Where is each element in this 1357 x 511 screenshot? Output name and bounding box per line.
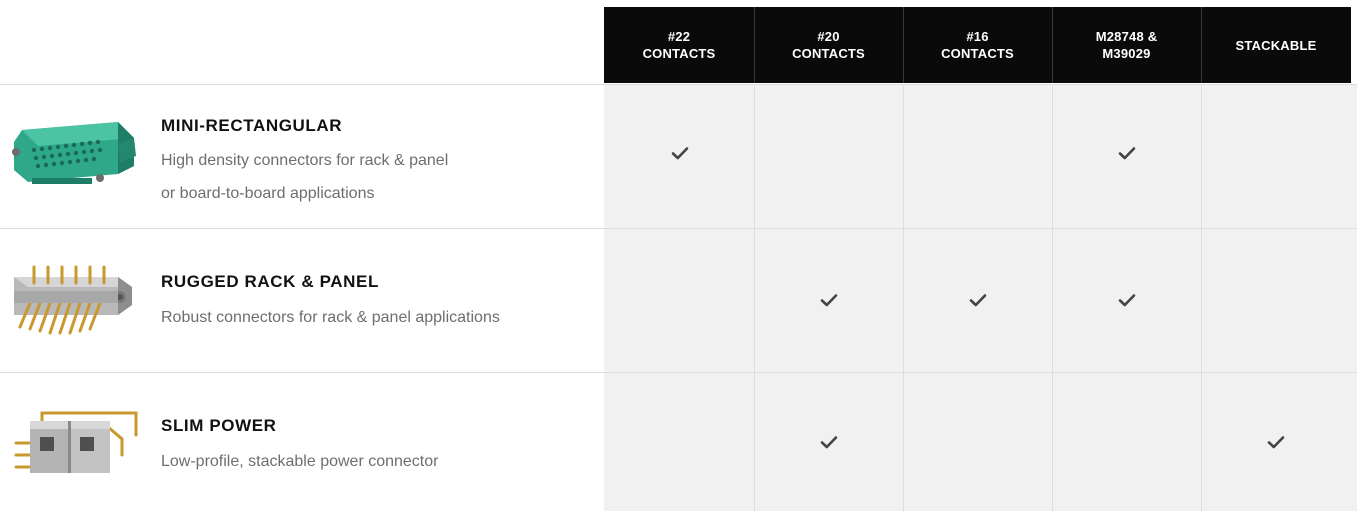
column-header-16-contacts: #16 CONTACTS <box>903 7 1052 83</box>
column-header-stackable: STACKABLE <box>1201 7 1351 83</box>
check-icon <box>671 146 689 160</box>
product-description: Low-profile, stackable power connector <box>161 453 439 470</box>
table-row: MINI-RECTANGULAR High density connectors… <box>0 85 604 228</box>
check-icon <box>820 435 838 449</box>
header-divider <box>1052 7 1053 83</box>
column-header-22-contacts: #22 CONTACTS <box>604 7 754 83</box>
product-name: MINI-RECTANGULAR <box>161 116 343 135</box>
product-name: RUGGED RACK & PANEL <box>161 272 379 291</box>
product-comparison-table: #22 CONTACTS #20 CONTACTS #16 CONTACTS M… <box>0 0 1357 511</box>
product-description: Robust connectors for rack & panel appli… <box>161 309 500 326</box>
header-divider <box>903 7 904 83</box>
product-description: High density connectors for rack & panel… <box>161 152 449 202</box>
column-header-m28748-m39029: M28748 & M39029 <box>1052 7 1201 83</box>
column-divider <box>1201 84 1202 511</box>
check-icon <box>1118 146 1136 160</box>
table-row: RUGGED RACK & PANEL Robust connectors fo… <box>0 229 604 372</box>
rugged-rack-panel-connector-image <box>14 265 132 335</box>
column-header-20-contacts: #20 CONTACTS <box>754 7 903 83</box>
mini-rectangular-connector-image <box>12 122 136 184</box>
header-divider <box>754 7 755 83</box>
check-icon <box>1118 293 1136 307</box>
table-row: SLIM POWER Low-profile, stackable power … <box>0 373 604 511</box>
check-icon <box>1267 435 1285 449</box>
check-icon <box>820 293 838 307</box>
check-icon <box>969 293 987 307</box>
header-divider <box>1201 7 1202 83</box>
column-divider <box>1052 84 1053 511</box>
column-divider <box>754 84 755 511</box>
product-name: SLIM POWER <box>161 416 277 435</box>
column-divider <box>903 84 904 511</box>
slim-power-connector-image <box>14 411 138 473</box>
